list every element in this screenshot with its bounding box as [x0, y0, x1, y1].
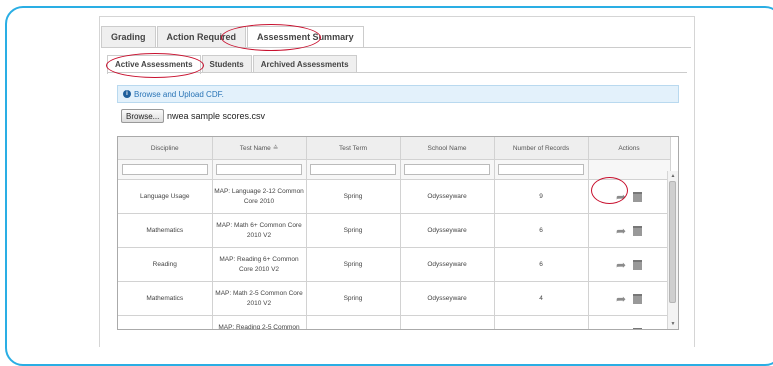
archive-icon[interactable] [633, 327, 643, 329]
scrollbar-thumb[interactable] [669, 181, 676, 303]
cell-records: 4 [494, 281, 589, 316]
share-arrow-icon[interactable]: ➦ [616, 225, 626, 237]
filter-records-input[interactable] [498, 164, 584, 175]
table-row: Mathematics MAP: Math 6+ Common Core 201… [118, 213, 671, 248]
col-header-test-term[interactable]: Test Term [306, 137, 401, 160]
sort-icon: ≙ [272, 145, 279, 152]
secondary-tabs-divider [107, 72, 687, 73]
table-row: Mathematics MAP: Math 2-5 Common Core 20… [118, 281, 671, 316]
tab-action-required[interactable]: Action Required [156, 26, 247, 47]
cell-school-name: Odysseyware [400, 281, 495, 316]
cell-school-name: Odysseyware [400, 247, 495, 282]
tab-archived-assessments[interactable]: Archived Assessments [252, 55, 357, 73]
share-arrow-icon[interactable]: ➦ [616, 327, 626, 330]
cell-discipline: Mathematics [118, 281, 213, 316]
archive-icon[interactable] [633, 225, 643, 236]
filter-school-name-input[interactable] [404, 164, 490, 175]
vertical-scrollbar[interactable]: ▲ ▼ [667, 171, 678, 329]
scroll-up-icon[interactable]: ▲ [668, 173, 678, 179]
col-header-test-name[interactable]: Test Name ≙ [212, 137, 307, 160]
cell-records: 6 [494, 247, 589, 282]
table-row: Language Usage MAP: Language 2-12 Common… [118, 179, 671, 214]
archive-icon[interactable] [633, 259, 643, 270]
cell-discipline: Language Usage [118, 179, 213, 214]
cell-records: 5 [494, 315, 589, 329]
cell-school-name: Odysseyware [400, 179, 495, 214]
cell-test-name: MAP: Math 6+ Common Core 2010 V2 [212, 213, 307, 248]
cell-school-name: Odysseyware [400, 315, 495, 329]
archive-icon[interactable] [633, 293, 643, 304]
info-bar: i Browse and Upload CDF. [117, 85, 679, 103]
cell-records: 6 [494, 213, 589, 248]
cell-test-name: MAP: Language 2-12 Common Core 2010 [212, 179, 307, 214]
selected-filename: nwea sample scores.csv [167, 111, 266, 121]
col-header-school-name[interactable]: School Name [400, 137, 495, 160]
col-header-number-of-records[interactable]: Number of Records [494, 137, 589, 160]
cell-school-name: Odysseyware [400, 213, 495, 248]
cell-test-name: MAP: Reading 6+ Common Core 2010 V2 [212, 247, 307, 282]
table-row: Reading MAP: Reading 6+ Common Core 2010… [118, 247, 671, 282]
cell-discipline: Mathematics [118, 213, 213, 248]
archive-icon[interactable] [633, 191, 643, 202]
cell-test-name: MAP: Reading 2-5 Common Core 2010 V2 [212, 315, 307, 329]
col-header-actions: Actions [588, 137, 671, 160]
primary-tabs: Grading Action Required Assessment Summa… [101, 26, 365, 48]
cell-records: 9 [494, 179, 589, 214]
cell-test-term: Spring [306, 179, 401, 214]
filter-row [118, 159, 671, 180]
filter-test-term-input[interactable] [310, 164, 396, 175]
tab-students[interactable]: Students [201, 55, 252, 73]
cell-discipline: Reading [118, 247, 213, 282]
info-text[interactable]: Browse and Upload CDF. [134, 90, 224, 99]
cell-test-term: Spring [306, 281, 401, 316]
share-arrow-icon[interactable]: ➦ [616, 259, 626, 271]
scroll-down-icon[interactable]: ▼ [668, 321, 678, 327]
browse-button[interactable]: Browse... [121, 109, 165, 123]
assessments-table: Discipline Test Name ≙ Test Term School N… [118, 137, 671, 330]
info-icon: i [123, 89, 131, 98]
filter-test-name-input[interactable] [216, 164, 302, 175]
cell-test-term: Spring [306, 213, 401, 248]
tab-assessment-summary[interactable]: Assessment Summary [247, 26, 364, 48]
share-arrow-icon[interactable]: ➦ [616, 191, 626, 203]
col-header-discipline[interactable]: Discipline [118, 137, 213, 160]
cell-test-name: MAP: Math 2-5 Common Core 2010 V2 [212, 281, 307, 316]
secondary-tabs: Active Assessments Students Archived Ass… [107, 55, 358, 74]
filter-discipline-input[interactable] [121, 164, 208, 175]
primary-tabs-divider [101, 47, 691, 48]
cell-test-term: Spring [306, 315, 401, 329]
share-arrow-icon[interactable]: ➦ [616, 293, 626, 305]
cell-discipline: Reading [118, 315, 213, 329]
cell-test-term: Spring [306, 247, 401, 282]
assessments-grid: Discipline Test Name ≙ Test Term School N… [117, 136, 679, 330]
table-row: Reading MAP: Reading 2-5 Common Core 201… [118, 315, 671, 330]
tab-grading[interactable]: Grading [101, 26, 156, 47]
